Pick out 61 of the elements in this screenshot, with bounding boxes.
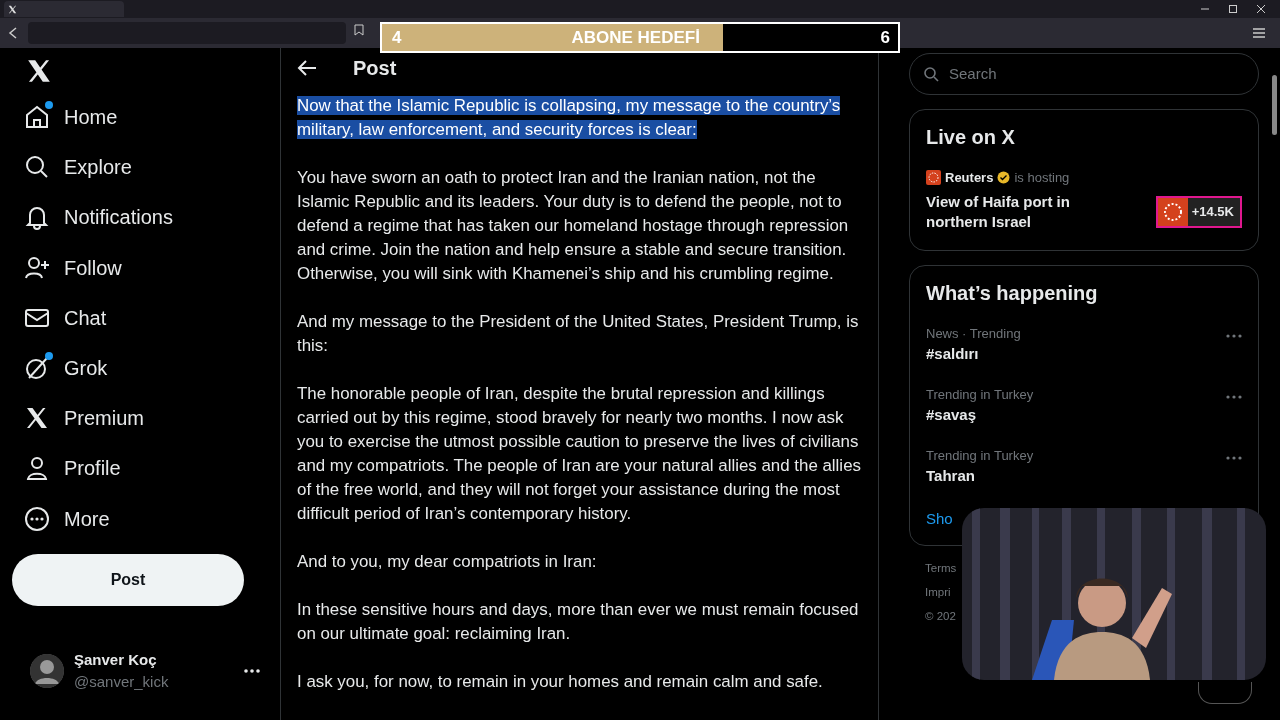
post-paragraph: And my message to the President of the United States, President Trump, is this:	[297, 311, 860, 357]
menu-icon[interactable]	[1252, 27, 1266, 39]
host-name[interactable]: Reuters	[945, 168, 994, 188]
nav-link[interactable]: Premium	[64, 403, 144, 434]
nav-link[interactable]: Chat	[64, 302, 107, 333]
bell-icon	[24, 204, 50, 231]
trend-context: News · Trending	[926, 324, 1021, 343]
nav-link[interactable]: Grok	[64, 353, 108, 384]
trend-context: Trending in Turkey	[926, 385, 1034, 404]
live-headline[interactable]: View of Haifa port in northern Israel	[926, 191, 1126, 232]
verified-badge-icon	[997, 171, 1011, 185]
trend-topic[interactable]: #saldırı	[926, 343, 1021, 366]
back-arrow-icon[interactable]	[297, 59, 317, 77]
post-paragraph: Now that the Islamic Republic is collapsing, my message to the country’s military, law enforcement, and security forces is clear:	[297, 95, 842, 141]
messages-button[interactable]	[1198, 682, 1252, 704]
nav-link[interactable]: More	[64, 503, 110, 534]
card-title: Live on X	[926, 125, 1016, 150]
close-icon[interactable]	[1256, 4, 1266, 14]
reuters-logo-icon	[1157, 197, 1188, 226]
nav-link[interactable]: Profile	[64, 453, 121, 484]
account-handle: @sanver_kick	[74, 672, 170, 693]
page-title: Post	[353, 56, 397, 81]
post-button[interactable]: Post	[12, 553, 244, 606]
nav-link[interactable]: Home	[64, 102, 118, 133]
avatar[interactable]	[30, 654, 64, 689]
person-icon	[24, 455, 50, 482]
x-logo-icon	[8, 4, 17, 14]
bookmark-icon[interactable]	[354, 24, 364, 36]
trend-topic[interactable]: Tahran	[926, 465, 1034, 488]
post-paragraph: I ask you, for now, to remain in your homes and remain calm and safe.	[297, 671, 824, 693]
search-icon	[924, 66, 939, 82]
post-paragraph: In these sensitive hours and days, more than ever we must remain focused on our ultimate goal: reclaiming Iran.	[297, 599, 860, 645]
footer-link[interactable]: Impri	[925, 585, 951, 598]
search-input[interactable]: Search	[947, 61, 1150, 87]
nav-link[interactable]: Follow	[64, 252, 122, 283]
goal-label: ABONE HEDEFİ	[571, 26, 700, 49]
nav-link[interactable]: Explore	[64, 152, 132, 183]
account-name: Şanver Koç	[74, 649, 158, 670]
nav-link[interactable]: Notifications	[64, 202, 173, 233]
post-paragraph: The honorable people of Iran, despite the brutal repression and killings carried out by this regime, stood bravely for nearly two months. I now ask you to exercise the utmost possible caution to preserve the lives of civilians and my compatriots. The people of Iran are your natural allies and the allies of the free world, and they will not forget your assistance during the most difficult period of Iran’s contemporary history.	[297, 383, 862, 525]
trend-context: Trending in Turkey	[926, 446, 1034, 465]
reuters-logo-icon	[926, 170, 941, 186]
post-paragraph: And to you, my dear compatriots in Iran:	[297, 551, 598, 573]
footer-link[interactable]: Terms	[925, 561, 957, 574]
trend-topic[interactable]: #savaş	[926, 404, 1034, 427]
person-plus-icon	[24, 254, 50, 281]
goal-target: 6	[880, 26, 890, 49]
back-icon[interactable]	[8, 27, 18, 39]
scrollbar[interactable]	[1272, 75, 1277, 135]
more-icon[interactable]	[244, 669, 260, 674]
show-more-link[interactable]: Sho	[926, 509, 953, 527]
x-logo-icon[interactable]	[26, 58, 52, 84]
hosting-status: is hosting	[1014, 169, 1070, 187]
more-circle-icon	[24, 505, 50, 532]
footer-link[interactable]: © 202	[925, 609, 956, 622]
listener-count[interactable]: +14.5K	[1155, 195, 1242, 228]
maximize-icon[interactable]	[1228, 4, 1238, 14]
goal-current: 4	[392, 26, 402, 49]
card-title: What’s happening	[926, 280, 1099, 306]
post-paragraph: You have sworn an oath to protect Iran and the Iranian nation, not the Islamic Republic and its leaders. Your duty is to defend the people, not to defend a regime that has taken our homeland hostage through repression and crime. Join the nation and help ensure a stable and secure transition. Otherwise, you will sink with Khamenei’s ship and his crumbling regime.	[297, 167, 850, 285]
home-icon	[24, 104, 50, 131]
